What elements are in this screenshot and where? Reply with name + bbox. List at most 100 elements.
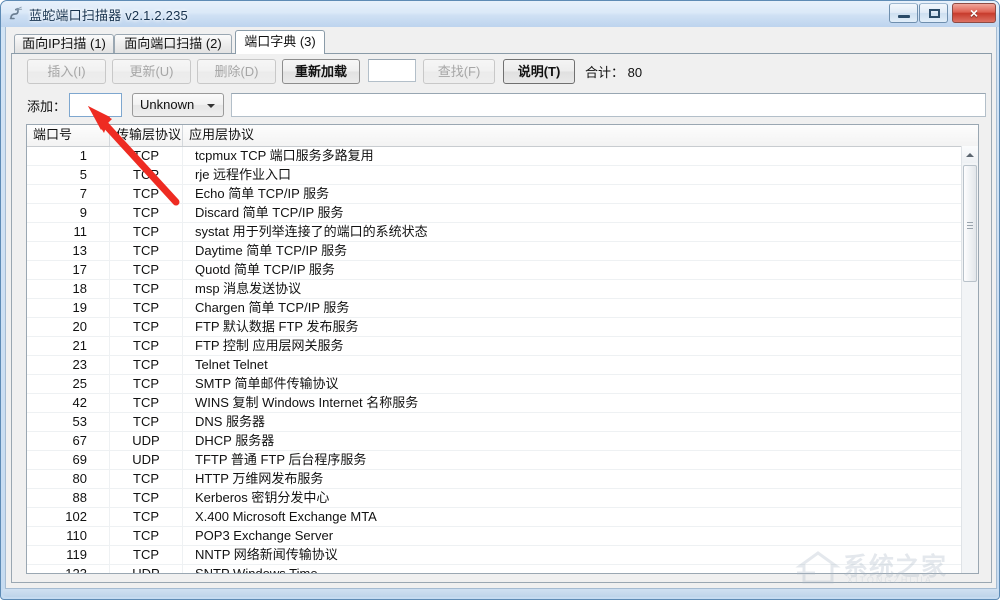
total-count-label: 合计： 80: [585, 62, 642, 81]
cell-port: 23: [27, 356, 110, 374]
add-description-input[interactable]: [231, 93, 986, 117]
cell-port: 7: [27, 185, 110, 203]
thumb-grip-line: [967, 228, 973, 229]
thumb-grip-line: [967, 222, 973, 223]
table-row[interactable]: 7TCPEcho 简单 TCP/IP 服务: [27, 185, 978, 204]
table-row[interactable]: 9TCPDiscard 简单 TCP/IP 服务: [27, 204, 978, 223]
cell-transport-protocol: TCP: [110, 527, 183, 545]
cell-port: 110: [27, 527, 110, 545]
cell-application-protocol: FTP 控制 应用层网关服务: [183, 337, 963, 355]
tab-ip-scan[interactable]: 面向IP扫描 (1): [14, 34, 114, 54]
chevron-down-icon: [207, 104, 215, 108]
table-row[interactable]: 88TCPKerberos 密钥分发中心: [27, 489, 978, 508]
table-row[interactable]: 13TCPDaytime 简单 TCP/IP 服务: [27, 242, 978, 261]
cell-application-protocol: WINS 复制 Windows Internet 名称服务: [183, 394, 963, 412]
cell-transport-protocol: TCP: [110, 242, 183, 260]
delete-button[interactable]: 删除(D): [197, 59, 276, 84]
scroll-up-button[interactable]: [962, 146, 978, 163]
table-row[interactable]: 53TCPDNS 服务器: [27, 413, 978, 432]
table-row[interactable]: 23TCPTelnet Telnet: [27, 356, 978, 375]
vertical-scrollbar[interactable]: [961, 146, 978, 573]
cell-application-protocol: SMTP 简单邮件传输协议: [183, 375, 963, 393]
cell-application-protocol: tcpmux TCP 端口服务多路复用: [183, 147, 963, 165]
close-button[interactable]: ×: [952, 3, 996, 23]
table-row[interactable]: 123UDPSNTP Windows Time: [27, 565, 978, 574]
snake-app-icon: [8, 6, 24, 22]
table-row[interactable]: 5TCPrje 远程作业入口: [27, 166, 978, 185]
update-button[interactable]: 更新(U): [112, 59, 191, 84]
table-row[interactable]: 25TCPSMTP 简单邮件传输协议: [27, 375, 978, 394]
cell-transport-protocol: TCP: [110, 204, 183, 222]
window-bottom-edge: [3, 589, 999, 597]
table-row[interactable]: 67UDPDHCP 服务器: [27, 432, 978, 451]
find-button[interactable]: 查找(F): [423, 59, 495, 84]
cell-transport-protocol: TCP: [110, 166, 183, 184]
protocol-select-value: Unknown: [140, 94, 194, 116]
table-row[interactable]: 80TCPHTTP 万维网发布服务: [27, 470, 978, 489]
cell-port: 53: [27, 413, 110, 431]
cell-port: 18: [27, 280, 110, 298]
window-title: 蓝蛇端口扫描器 v2.1.2.235: [29, 5, 188, 24]
minimize-button[interactable]: [889, 3, 918, 23]
column-header-application-protocol[interactable]: 应用层协议: [183, 125, 963, 146]
reload-button[interactable]: 重新加载: [282, 59, 360, 84]
thumb-grip-line: [967, 225, 973, 226]
table-header-row: 端口号 传输层协议 应用层协议: [27, 125, 978, 147]
table-row[interactable]: 102TCPX.400 Microsoft Exchange MTA: [27, 508, 978, 527]
cell-transport-protocol: TCP: [110, 546, 183, 564]
cell-port: 19: [27, 299, 110, 317]
table-row[interactable]: 69UDPTFTP 普通 FTP 后台程序服务: [27, 451, 978, 470]
table-row[interactable]: 1TCPtcpmux TCP 端口服务多路复用: [27, 147, 978, 166]
minimize-icon: [898, 15, 910, 18]
add-row-label: 添加：: [27, 96, 66, 115]
table-row[interactable]: 119TCPNNTP 网络新闻传输协议: [27, 546, 978, 565]
cell-port: 88: [27, 489, 110, 507]
table-row[interactable]: 110TCPPOP3 Exchange Server: [27, 527, 978, 546]
add-port-input[interactable]: [69, 93, 122, 117]
cell-port: 25: [27, 375, 110, 393]
table-row[interactable]: 42TCPWINS 复制 Windows Internet 名称服务: [27, 394, 978, 413]
protocol-select[interactable]: Unknown: [132, 93, 224, 117]
help-button[interactable]: 说明(T): [503, 59, 575, 84]
table-row[interactable]: 17TCPQuotd 简单 TCP/IP 服务: [27, 261, 978, 280]
cell-transport-protocol: TCP: [110, 413, 183, 431]
cell-application-protocol: HTTP 万维网发布服务: [183, 470, 963, 488]
tab-port-dictionary[interactable]: 端口字典 (3): [235, 30, 325, 54]
table-row[interactable]: 21TCPFTP 控制 应用层网关服务: [27, 337, 978, 356]
cell-transport-protocol: TCP: [110, 223, 183, 241]
cell-application-protocol: SNTP Windows Time: [183, 565, 963, 574]
cell-transport-protocol: TCP: [110, 185, 183, 203]
cell-application-protocol: TFTP 普通 FTP 后台程序服务: [183, 451, 963, 469]
cell-transport-protocol: UDP: [110, 451, 183, 469]
application-window: 蓝蛇端口扫描器 v2.1.2.235 × 面向IP扫描 (1) 面向端口扫描 (…: [0, 0, 1000, 600]
column-header-transport-protocol[interactable]: 传输层协议: [110, 125, 183, 146]
cell-port: 21: [27, 337, 110, 355]
table-row[interactable]: 20TCPFTP 默认数据 FTP 发布服务: [27, 318, 978, 337]
cell-transport-protocol: TCP: [110, 356, 183, 374]
table-row[interactable]: 11TCPsystat 用于列举连接了的端口的系统状态: [27, 223, 978, 242]
table-row[interactable]: 19TCPChargen 简单 TCP/IP 服务: [27, 299, 978, 318]
cell-application-protocol: Echo 简单 TCP/IP 服务: [183, 185, 963, 203]
cell-application-protocol: Chargen 简单 TCP/IP 服务: [183, 299, 963, 317]
scrollbar-thumb[interactable]: [963, 165, 977, 282]
cell-port: 11: [27, 223, 110, 241]
cell-application-protocol: Daytime 简单 TCP/IP 服务: [183, 242, 963, 260]
cell-port: 102: [27, 508, 110, 526]
cell-port: 69: [27, 451, 110, 469]
insert-button[interactable]: 插入(I): [27, 59, 106, 84]
cell-transport-protocol: UDP: [110, 565, 183, 574]
maximize-button[interactable]: [919, 3, 948, 23]
cell-transport-protocol: TCP: [110, 261, 183, 279]
tab-port-scan[interactable]: 面向端口扫描 (2): [114, 34, 232, 54]
table-row[interactable]: 18TCPmsp 消息发送协议: [27, 280, 978, 299]
search-input[interactable]: [368, 59, 416, 82]
cell-transport-protocol: UDP: [110, 432, 183, 450]
tab-strip: 面向IP扫描 (1) 面向端口扫描 (2) 端口字典 (3): [6, 27, 998, 54]
cell-port: 20: [27, 318, 110, 336]
cell-application-protocol: msp 消息发送协议: [183, 280, 963, 298]
column-header-port[interactable]: 端口号: [27, 125, 110, 146]
cell-port: 13: [27, 242, 110, 260]
cell-port: 42: [27, 394, 110, 412]
cell-application-protocol: POP3 Exchange Server: [183, 527, 963, 545]
cell-application-protocol: FTP 默认数据 FTP 发布服务: [183, 318, 963, 336]
